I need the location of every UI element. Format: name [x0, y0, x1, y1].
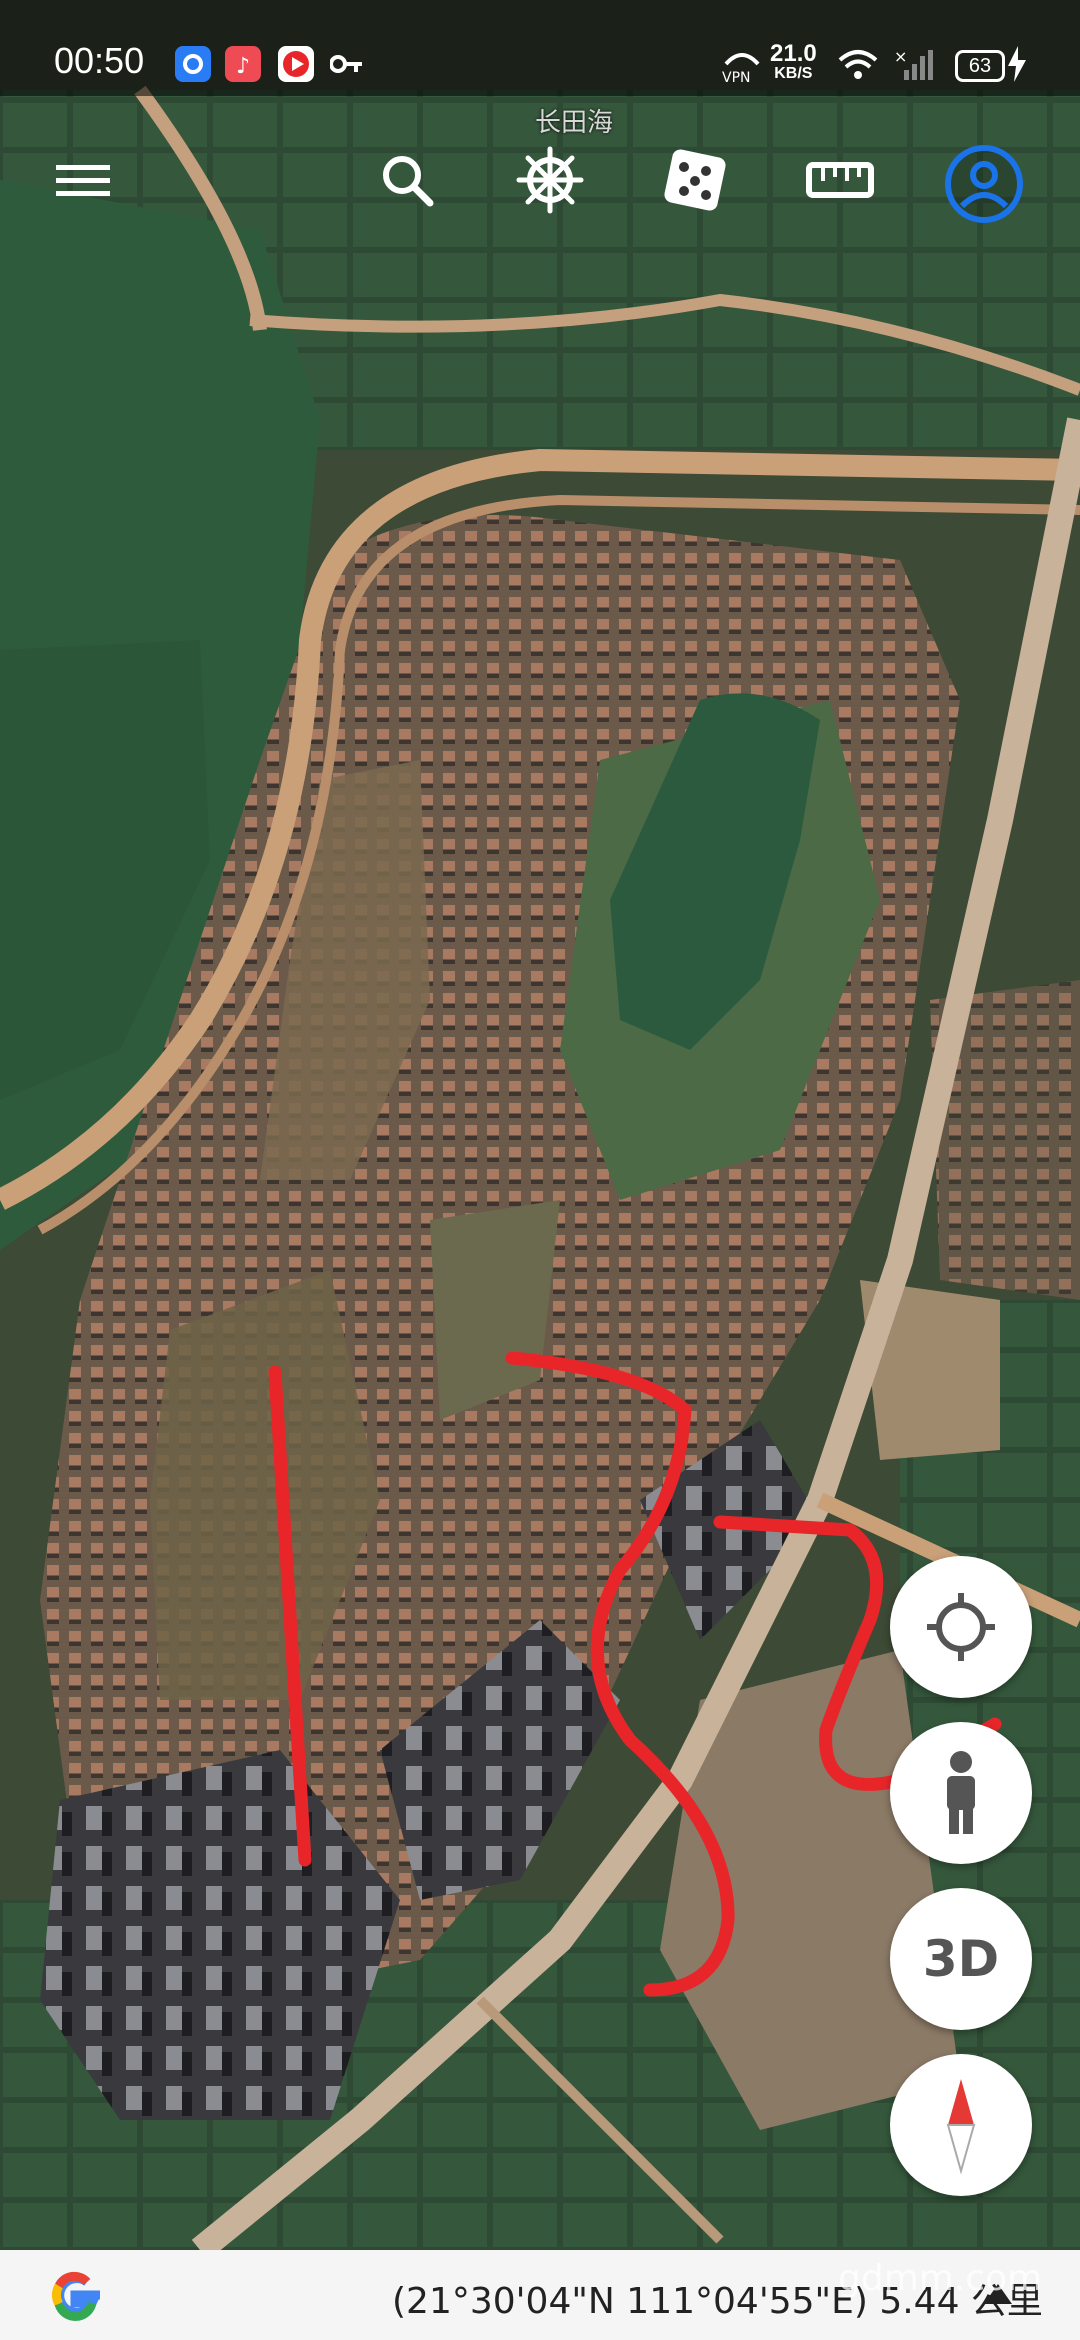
- signal-icon: ×: [894, 48, 933, 80]
- svg-text:♪: ♪: [236, 54, 250, 79]
- compass-button[interactable]: [890, 2054, 1032, 2196]
- watermark: gdmm.com: [838, 2258, 1043, 2299]
- search-icon[interactable]: [372, 145, 442, 215]
- menu-icon[interactable]: [48, 145, 118, 215]
- status-time: 00:50: [54, 40, 145, 81]
- vpn-icon: VPN: [722, 53, 760, 84]
- google-logo-icon: [51, 2271, 100, 2321]
- account-icon[interactable]: [942, 142, 1026, 226]
- three-d-button[interactable]: 3D: [890, 1888, 1032, 2030]
- svg-text:×: ×: [894, 48, 907, 66]
- battery-indicator: 63: [955, 50, 1005, 82]
- ship-wheel-icon[interactable]: [515, 145, 585, 215]
- net-speed-unit: KB/S: [774, 65, 813, 82]
- wifi-icon: [838, 50, 878, 79]
- pegman-icon: [947, 1751, 975, 1834]
- key-icon: [329, 52, 364, 81]
- svg-text:VPN: VPN: [722, 70, 751, 84]
- net-speed: 21.0 KB/S: [770, 42, 817, 82]
- coordinates: (21°30'04"N 111°04'55"E): [392, 2281, 868, 2322]
- locate-button[interactable]: [890, 1556, 1032, 1698]
- status-bar: 00:50 ♪ VPN 21.0 KB/S × 63: [0, 0, 1080, 96]
- dice-icon[interactable]: [660, 145, 730, 215]
- streetview-button[interactable]: [890, 1722, 1032, 1864]
- charging-icon: [1008, 46, 1026, 82]
- music-app-icon: ♪: [225, 46, 261, 82]
- place-label: 长田海: [535, 107, 614, 137]
- crosshair-icon: [927, 1593, 995, 1661]
- three-d-label: 3D: [922, 1930, 1000, 1988]
- ruler-icon[interactable]: [805, 145, 875, 215]
- compass-icon: [946, 2079, 976, 2175]
- app-notification-icon: [175, 46, 211, 82]
- video-app-icon: [278, 46, 314, 82]
- net-speed-value: 21.0: [770, 40, 817, 67]
